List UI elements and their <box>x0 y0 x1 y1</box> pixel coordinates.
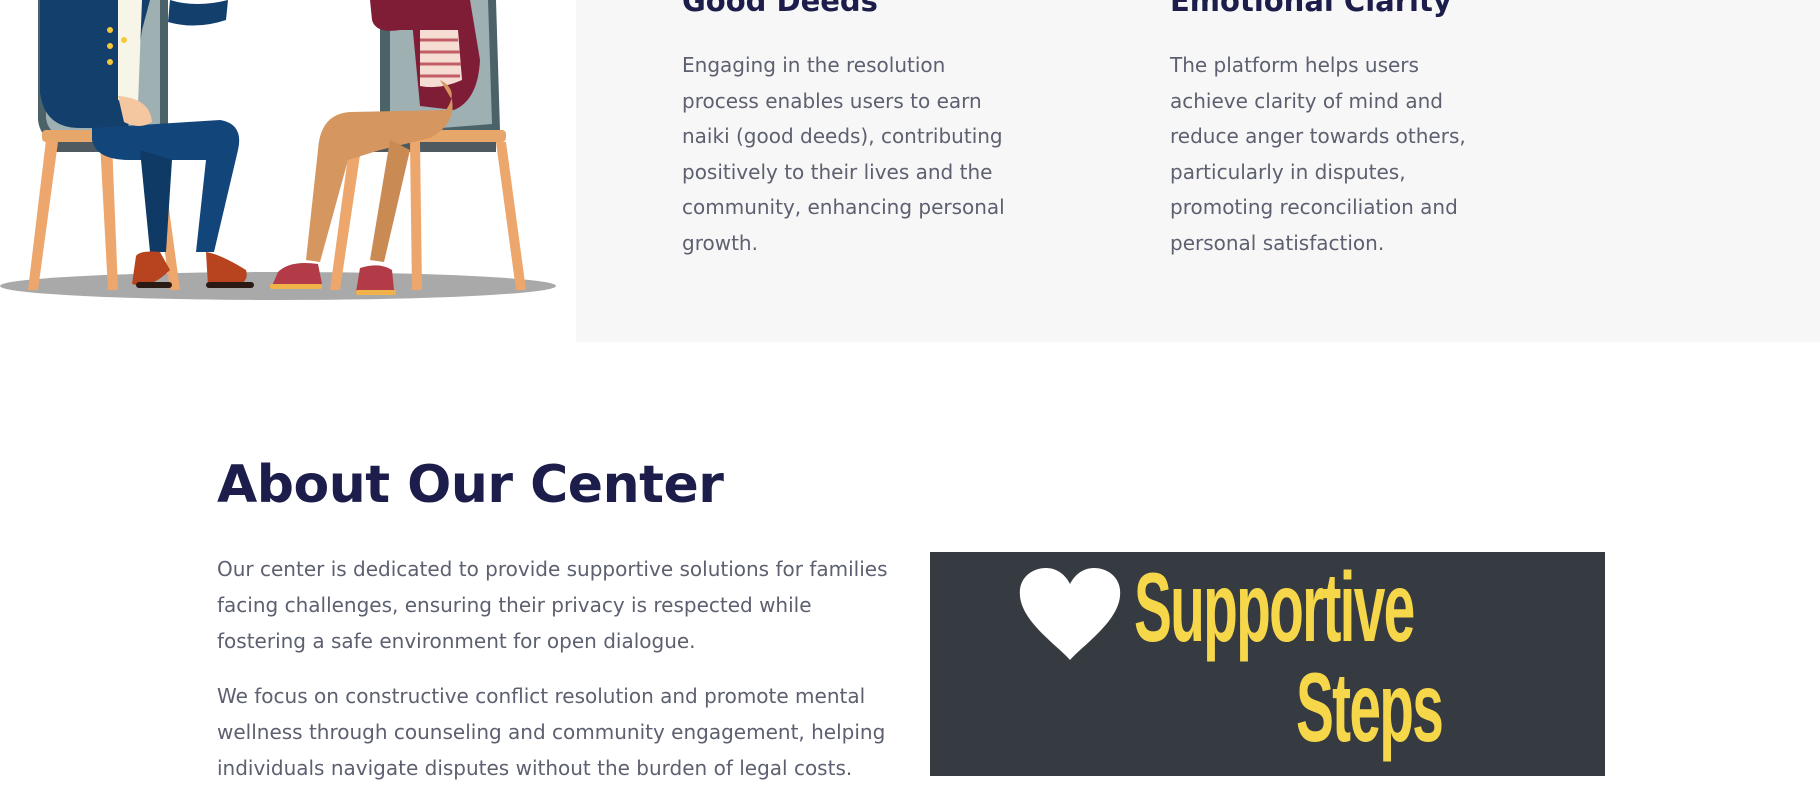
feature-description: Engaging in the resolution process enabl… <box>682 53 1005 255</box>
about-paragraph: We focus on constructive conflict resolu… <box>217 684 886 780</box>
features-section: Good Deeds Engaging in the resolution pr… <box>0 0 1820 342</box>
feature-title: Emotional Clarity <box>1170 0 1452 18</box>
two-people-seated-illustration <box>0 0 556 300</box>
features-panel: Good Deeds Engaging in the resolution pr… <box>576 0 1820 342</box>
logo-text-line-1: Supportive <box>1134 552 1415 662</box>
logo-text-line-2: Steps <box>1296 652 1444 762</box>
feature-description: The platform helps users achieve clarity… <box>1170 53 1466 255</box>
mediation-illustration <box>0 0 576 342</box>
supportive-steps-logo: Supportive Steps <box>930 552 1605 776</box>
feature-title: Good Deeds <box>682 0 878 18</box>
heart-icon <box>1019 568 1121 660</box>
about-section-text: Our center is dedicated to provide suppo… <box>217 551 897 805</box>
about-paragraph: Our center is dedicated to provide suppo… <box>217 557 888 653</box>
about-section-title: About Our Center <box>217 455 724 515</box>
